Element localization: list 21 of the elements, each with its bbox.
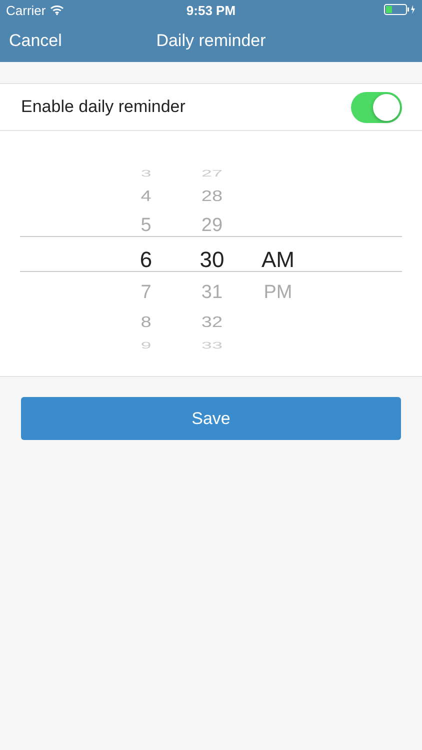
status-time: 9:53 PM bbox=[186, 2, 236, 18]
picker-option[interactable]: 8 bbox=[140, 312, 152, 334]
picker-option[interactable]: 28 bbox=[201, 186, 223, 208]
picker-option[interactable]: 6 bbox=[140, 242, 152, 277]
picker-option[interactable]: 4 bbox=[140, 186, 152, 208]
reminder-label: Enable daily reminder bbox=[21, 97, 186, 117]
picker-option[interactable]: AM bbox=[262, 242, 294, 277]
reminder-toggle[interactable] bbox=[351, 92, 402, 122]
save-button[interactable]: Save bbox=[21, 397, 401, 440]
screen-title: Daily reminder bbox=[156, 31, 266, 51]
cancel-button[interactable]: Cancel bbox=[0, 31, 71, 51]
picker-option[interactable]: 29 bbox=[201, 210, 223, 242]
wifi-icon bbox=[50, 5, 64, 15]
picker-option[interactable]: PM bbox=[264, 277, 292, 309]
picker-option[interactable]: 7 bbox=[140, 277, 152, 309]
carrier-name: Carrier bbox=[6, 2, 46, 18]
picker-option[interactable]: 5 bbox=[140, 210, 152, 242]
picker-option[interactable]: 30 bbox=[200, 242, 224, 277]
picker-option[interactable]: 31 bbox=[201, 277, 223, 309]
battery-icon bbox=[384, 4, 416, 14]
picker-option[interactable]: 32 bbox=[201, 312, 223, 334]
